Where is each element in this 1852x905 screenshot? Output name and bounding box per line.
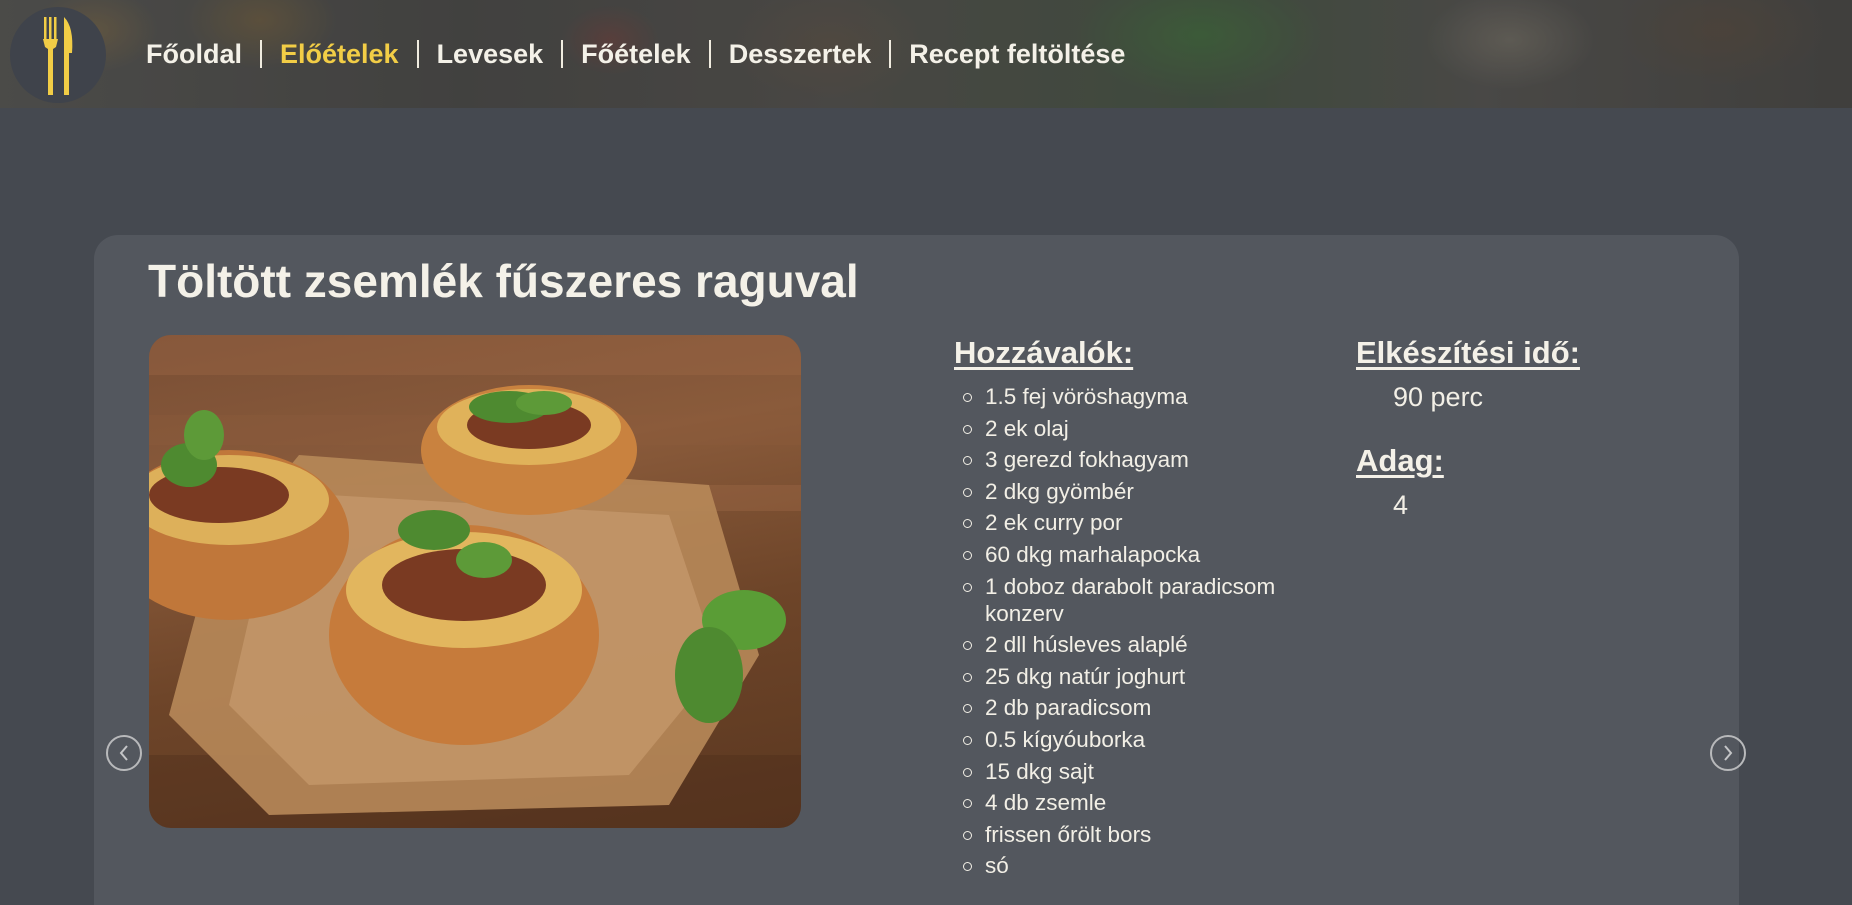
nav-item-0[interactable]: Főoldal bbox=[146, 36, 242, 72]
nav-item-2[interactable]: Levesek bbox=[437, 36, 544, 72]
ingredient-item: 4 db zsemle bbox=[963, 789, 1325, 816]
ingredient-item: 1.5 fej vöröshagyma bbox=[963, 383, 1325, 410]
header: Főoldal Előételek Levesek Főételek Desszerte… bbox=[0, 0, 1852, 108]
next-image-button[interactable] bbox=[1710, 735, 1746, 771]
nav-separator bbox=[561, 40, 564, 68]
ingredient-item: 2 dkg gyömbér bbox=[963, 478, 1325, 505]
prev-image-button[interactable] bbox=[106, 735, 142, 771]
nav-separator bbox=[416, 40, 419, 68]
nav-item-3[interactable]: Főételek bbox=[581, 36, 691, 72]
ingredient-item: 0.5 kígyóuborka bbox=[963, 726, 1325, 753]
ingredient-item: só bbox=[963, 852, 1325, 879]
portion-heading: Adag: bbox=[1356, 443, 1444, 478]
portion-value: 4 bbox=[1393, 490, 1409, 520]
recipe-title: Töltött zsemlék fűszeres raguval bbox=[148, 255, 859, 307]
ingredient-item: frissen őrölt bors bbox=[963, 821, 1325, 848]
ingredient-item: 2 ek olaj bbox=[963, 415, 1325, 442]
chevron-left-icon bbox=[119, 745, 128, 761]
ingredients-list: 1.5 fej vöröshagyma 2 ek olaj 3 gerezd fok… bbox=[963, 383, 1325, 884]
ingredient-item: 60 dkg marhalapocka bbox=[963, 541, 1325, 568]
ingredient-item: 25 dkg natúr joghurt bbox=[963, 663, 1325, 690]
time-value: 90 perc bbox=[1393, 382, 1484, 412]
nav-item-5[interactable]: Recept feltöltése bbox=[909, 36, 1125, 72]
fork-knife-icon bbox=[43, 17, 73, 95]
ingredient-item: 3 gerezd fokhagyam bbox=[963, 446, 1325, 473]
ingredient-item: 15 dkg sajt bbox=[963, 758, 1325, 785]
ingredient-item: 2 dll húsleves alaplé bbox=[963, 631, 1325, 658]
nav-separator bbox=[708, 40, 711, 68]
time-heading: Elkészítési idő: bbox=[1356, 335, 1580, 370]
main-nav: Főoldal Előételek Levesek Főételek Desszerte… bbox=[146, 36, 1125, 72]
recipe-image bbox=[149, 335, 801, 828]
nav-separator bbox=[260, 40, 262, 68]
nav-item-1[interactable]: Előételek bbox=[280, 36, 399, 72]
nav-item-4[interactable]: Desszertek bbox=[729, 36, 872, 72]
ingredient-item: 1 doboz darabolt paradicsom konzerv bbox=[963, 573, 1325, 627]
nav-separator bbox=[889, 40, 892, 68]
ingredient-item: 2 ek curry por bbox=[963, 509, 1325, 536]
ingredient-item: 2 db paradicsom bbox=[963, 694, 1325, 721]
logo[interactable] bbox=[10, 7, 106, 103]
chevron-right-icon bbox=[1724, 745, 1733, 761]
ingredients-heading: Hozzávalók: bbox=[954, 335, 1134, 370]
